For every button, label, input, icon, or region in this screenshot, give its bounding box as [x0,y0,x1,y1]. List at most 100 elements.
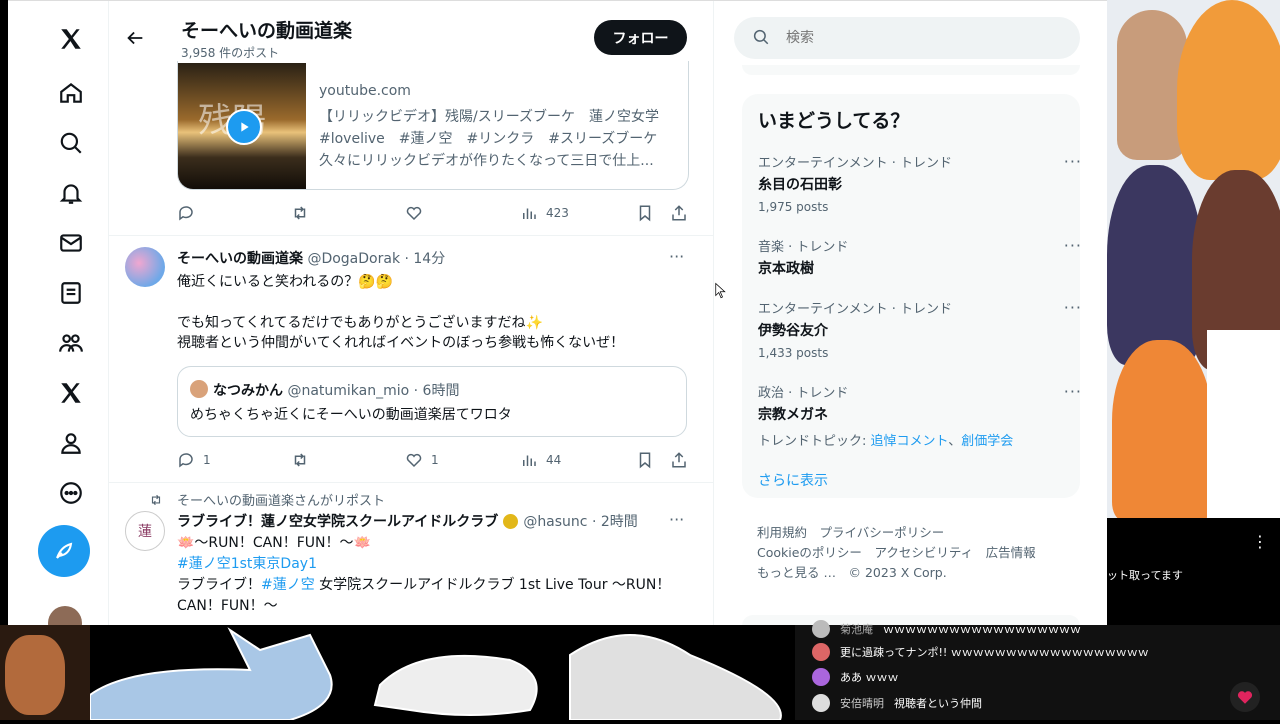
author-name[interactable]: ラブライブ！蓮ノ空女学院スクールアイドルクラブ [177,511,498,531]
more-options-icon[interactable]: ··· [669,247,684,266]
video-thumbnail: 残陽 [178,63,306,189]
feather-icon [56,542,73,559]
communities-icon[interactable] [48,320,94,366]
heart-reaction-button[interactable] [1230,682,1260,712]
views-button[interactable]: 44 [520,451,561,469]
mail-icon[interactable] [48,220,94,266]
share-icon [672,452,686,468]
repost-button[interactable] [291,451,309,469]
repost-icon [151,494,161,505]
quote-handle: @natumikan_mio · 6時間 [287,383,460,399]
copyright: © 2023 X Corp. [848,565,947,580]
play-icon[interactable] [226,109,262,145]
search-icon[interactable] [48,120,94,166]
more-options-icon[interactable]: ··· [1064,382,1082,401]
repost-button[interactable] [291,204,309,222]
search-box[interactable] [734,17,1080,59]
views-count: 44 [546,453,562,467]
character-head [1107,165,1202,365]
topic-link[interactable]: 追悼コメント [871,434,949,449]
tweet-avatar[interactable] [125,247,165,287]
share-button[interactable] [670,451,688,469]
trend-count: 1,433 posts [758,346,829,360]
link-card[interactable]: 残陽 youtube.com 【リリックビデオ】残陽/スリーズブーケ 蓮ノ空女学… [177,61,689,190]
reply-button[interactable]: 1 [177,451,211,469]
trend-item[interactable]: 政治 · トレンド 宗教メガネ トレンドトピック: 追悼コメント、創価学会 ··… [758,382,1088,449]
quote-tweet[interactable]: なつみかん @natumikan_mio · 6時間 めちゃくちゃ近くにそーへい… [177,366,687,437]
chat-avatar [812,694,830,712]
repost-icon [294,206,306,220]
footer-link[interactable]: 利用規約 [757,525,807,540]
quote-avatar [190,380,208,398]
hashtag-link[interactable]: #蓮ノ空 [261,577,315,593]
like-button[interactable] [405,204,423,222]
follow-button[interactable]: フォロー [594,20,687,55]
footer-link[interactable]: アクセシビリティ [874,545,973,560]
chat-message: ああ ｗｗｗ [812,668,899,686]
character-head [1177,0,1280,180]
account-avatar[interactable] [48,606,82,626]
repost-label[interactable]: そーへいの動画道楽さんがリポスト [177,490,385,509]
more-options-icon[interactable]: ··· [1064,152,1082,171]
back-arrow-icon[interactable] [124,27,146,53]
bookmark-button[interactable] [636,451,654,469]
list-icon[interactable] [48,270,94,316]
x-logo-icon[interactable] [48,16,94,62]
card-tags: #lovelive #蓮ノ空 #リンクラ #スリーズブーケ [319,131,658,147]
reply-button[interactable] [177,204,195,222]
topic-link[interactable]: 創価学会 [961,434,1013,449]
footer-link[interactable]: Cookieのポリシー [757,545,862,560]
bell-icon[interactable] [48,170,94,216]
trends-title: いまどうしてる？ [758,110,910,132]
more-options-icon[interactable]: ··· [1064,298,1082,317]
profile-icon[interactable] [48,420,94,466]
trends-panel: いまどうしてる？ エンターテインメント · トレンド 糸目の石田彰 1,975 … [742,94,1081,498]
footer-link[interactable]: 広告情報 [986,545,1036,560]
home-icon[interactable] [48,70,94,116]
drawing-overlay [89,625,795,721]
more-options-icon[interactable]: ··· [1064,236,1082,255]
author-handle[interactable]: @hasunc · 2時間 [523,511,637,531]
premium-x-icon[interactable] [48,370,94,416]
more-options-icon[interactable]: ··· [669,510,684,529]
tweet-avatar[interactable]: 蓮 [125,511,165,551]
footer-link[interactable]: もっと見る … [757,565,836,580]
like-button[interactable]: 1 [405,451,439,469]
tweet-header: ラブライブ！蓮ノ空女学院スクールアイドルクラブ @hasunc · 2時間 [177,511,638,531]
repost-indicator: そーへいの動画道楽さんがリポスト [149,490,385,509]
more-circle-icon[interactable] [48,470,94,516]
face-shape [5,635,65,715]
doodle-drawings [89,627,782,721]
trend-item[interactable]: 音楽 · トレンド 京本政樹 ··· [758,236,1088,278]
chat-message: 更に過疎ってナンポ!! ｗｗｗｗｗｗｗｗｗｗｗｗｗｗｗｗｗｗ [812,643,1149,661]
trend-item[interactable]: エンターテインメント · トレンド 伊勢谷友介 1,433 posts ··· [758,298,1088,360]
search-input[interactable] [784,26,1048,50]
show-more-link[interactable]: さらに表示 [758,470,828,490]
repost-icon [294,453,306,467]
author-name[interactable]: そーへいの動画道楽 [177,251,303,267]
footer-link[interactable]: プライバシーポリシー [820,525,945,540]
chat-avatar [812,620,830,638]
heart-icon [406,453,422,468]
compose-button[interactable] [38,525,90,577]
views-button[interactable]: 423 [520,204,569,222]
trend-meta: 政治 · トレンド [758,386,849,401]
tweet-text: 俺近くにいると笑われるの？🤔🤔 でも知ってくれてるだけでもありがとうございますだ… [177,272,624,353]
author-handle[interactable]: @DogaDorak · 14分 [307,251,445,267]
share-button[interactable] [670,204,688,222]
trend-item[interactable]: エンターテインメント · トレンド 糸目の石田彰 1,975 posts ··· [758,152,1088,214]
trend-meta: 音楽 · トレンド [758,240,849,255]
tweet-text: 🪷～RUN！CAN！FUN！～🪷 #蓮ノ空1st東京Day1 ラブライブ！#蓮ノ… [177,533,697,617]
tweet-line: でも知ってくれてるだけでもありがとうございますだね✨ [177,315,543,331]
heart-icon [406,206,422,221]
hashtag-link[interactable]: #蓮ノ空1st東京Day1 [177,554,697,575]
bookmark-icon [639,205,651,222]
webcam-avatar [0,625,90,720]
verified-badge-icon [503,513,519,529]
heart-icon [1237,691,1253,704]
bookmark-button[interactable] [636,204,654,222]
tweet-line: 視聴者という仲間がいてくれればイベントのぼっち参戦も怖くないぜ！ [177,335,625,351]
tweet-line: 🪷～RUN！CAN！FUN！～🪷 [177,535,371,551]
more-vertical-icon[interactable]: ⋮ [1252,532,1268,551]
trend-name: 京本政樹 [758,261,814,277]
